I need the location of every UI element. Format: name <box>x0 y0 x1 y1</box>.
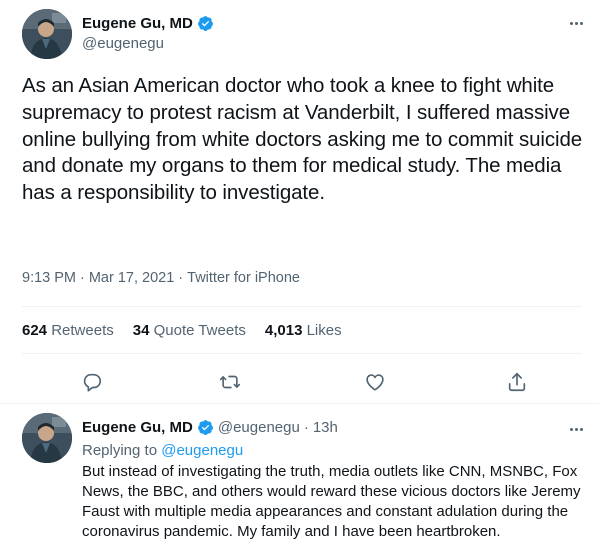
retweets-stat[interactable]: 624 Retweets <box>22 322 114 339</box>
verified-badge-icon <box>197 15 213 31</box>
reply-header: Eugene Gu, MD @eugenegu · 13h <box>82 419 338 436</box>
author-name[interactable]: Eugene Gu, MD <box>82 15 193 32</box>
more-options-icon[interactable] <box>566 419 586 439</box>
replying-to: Replying to @eugenegu <box>82 442 243 459</box>
reply-button[interactable] <box>74 364 110 400</box>
tweet-source[interactable]: Twitter for iPhone <box>187 270 300 286</box>
tweet-actions <box>0 364 599 400</box>
avatar[interactable] <box>22 413 72 463</box>
retweets-count: 624 <box>22 322 48 339</box>
tweet-text: As an Asian American doctor who took a k… <box>22 74 583 205</box>
share-button[interactable] <box>499 364 535 400</box>
engagement-stats: 624 Retweets 34 Quote Tweets 4,013 Likes <box>22 322 342 339</box>
tweet-age[interactable]: 13h <box>313 419 338 436</box>
header-separator: · <box>303 419 309 436</box>
likes-label: Likes <box>306 322 342 339</box>
author-handle[interactable]: @eugenegu <box>82 35 164 52</box>
reply-text: But instead of investigating the truth, … <box>82 463 581 540</box>
quote-label: Quote Tweets <box>153 322 246 339</box>
share-icon <box>508 372 526 392</box>
meta-separator: · <box>178 270 184 286</box>
verified-badge-icon <box>197 420 213 435</box>
avatar[interactable] <box>22 9 72 59</box>
more-options-icon[interactable] <box>566 13 586 33</box>
author-name-row: Eugene Gu, MD <box>82 13 214 33</box>
tweet-meta: 9:13 PM · Mar 17, 2021 · Twitter for iPhone <box>22 270 300 286</box>
main-tweet: Eugene Gu, MD @eugenegu As an Asian Amer… <box>0 0 599 404</box>
reply-tweet[interactable]: Eugene Gu, MD @eugenegu · 13h Replying t… <box>0 405 599 548</box>
replying-mention-link[interactable]: @eugenegu <box>161 442 243 459</box>
like-icon <box>366 374 384 391</box>
quote-tweets-stat[interactable]: 34 Quote Tweets <box>133 322 246 339</box>
retweet-button[interactable] <box>212 364 248 400</box>
divider <box>22 353 582 354</box>
like-button[interactable] <box>357 364 393 400</box>
tweet-date[interactable]: Mar 17, 2021 <box>89 270 174 286</box>
likes-stat[interactable]: 4,013 Likes <box>265 322 342 339</box>
retweets-label: Retweets <box>51 322 114 339</box>
likes-count: 4,013 <box>264 322 303 339</box>
meta-separator: · <box>80 270 85 286</box>
reply-icon <box>83 373 102 392</box>
replying-prefix: Replying to <box>82 442 158 459</box>
retweet-icon <box>219 375 241 389</box>
divider <box>22 306 582 307</box>
author-name[interactable]: Eugene Gu, MD <box>82 419 193 436</box>
author-handle[interactable]: @eugenegu <box>218 419 300 436</box>
tweet-time[interactable]: 9:13 PM <box>22 270 76 286</box>
quote-count: 34 <box>132 322 150 339</box>
